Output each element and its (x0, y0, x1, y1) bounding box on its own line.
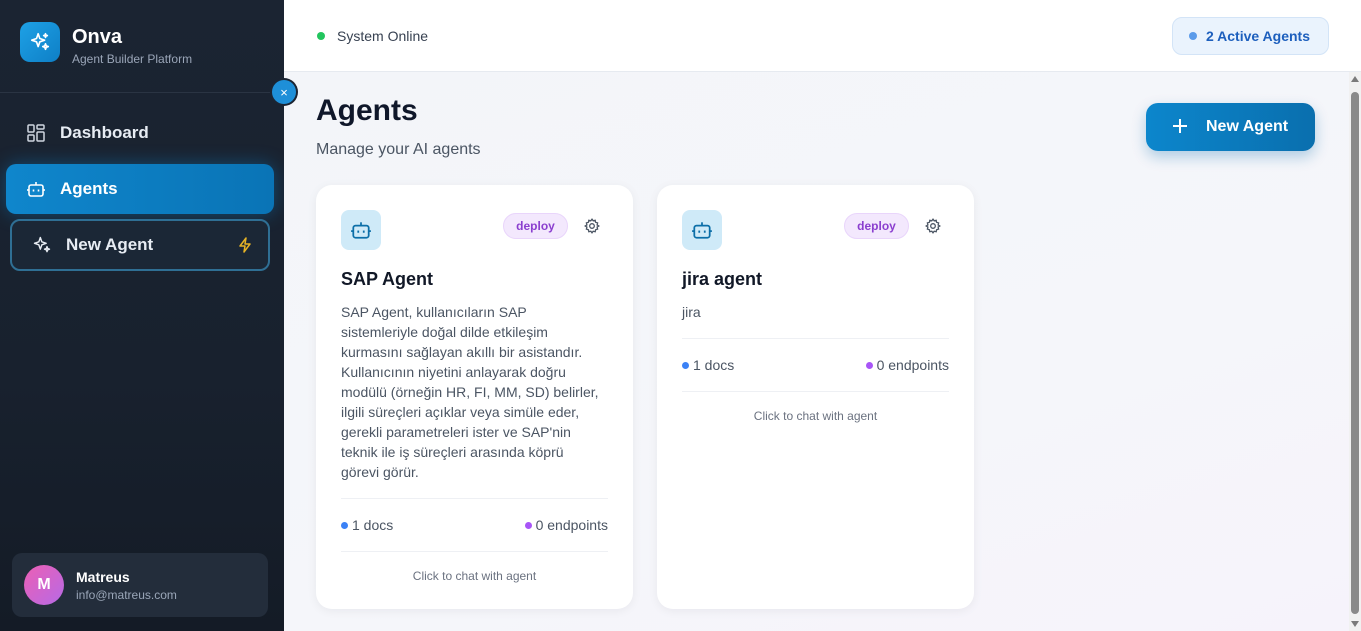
brand-header: Onva Agent Builder Platform (0, 0, 284, 93)
plus-icon (1172, 115, 1188, 139)
sidebar-item-dashboard[interactable]: Dashboard (6, 108, 274, 158)
divider (682, 391, 949, 392)
system-status: System Online (337, 28, 429, 44)
agent-card-sap[interactable]: deploy SAP Agent SAP Agent, kullanıcılar… (316, 185, 633, 609)
sidebar: Onva Agent Builder Platform Dashboard Ag… (0, 0, 284, 631)
status-dot (317, 32, 325, 40)
chat-hint: Click to chat with agent (412, 569, 537, 583)
docs-dot (341, 521, 348, 529)
main-content: Agents Manage your AI agents New Agent d… (284, 72, 1349, 631)
docs-label: 1 docs (352, 517, 394, 533)
docs-label: 1 docs (693, 357, 735, 373)
close-icon: × (280, 84, 288, 100)
endpoints-dot (865, 361, 873, 369)
sidebar-item-new-agent[interactable]: New Agent (10, 219, 270, 271)
collapse-sidebar-button[interactable]: × (272, 80, 296, 104)
bot-icon (26, 179, 46, 199)
agent-name: SAP Agent (341, 269, 434, 289)
active-dot (1189, 32, 1197, 40)
sidebar-item-label: Dashboard (60, 123, 149, 142)
top-bar: System Online 2 Active Agents (284, 0, 1361, 72)
docs-count: 1 docs (682, 357, 734, 373)
divider (682, 338, 949, 339)
gear-icon[interactable] (584, 218, 600, 234)
new-agent-button[interactable]: New Agent (1146, 103, 1315, 151)
vertical-scrollbar[interactable] (1349, 72, 1361, 631)
agent-description: SAP Agent, kullanıcıların SAP sistemleri… (341, 304, 599, 480)
brand-subtitle: Agent Builder Platform (72, 52, 193, 66)
deploy-badge: deploy (844, 213, 909, 239)
docs-count: 1 docs (341, 517, 393, 533)
endpoints-dot (524, 521, 532, 529)
brand-name: Onva (72, 26, 123, 48)
sidebar-item-label: Agents (60, 179, 118, 198)
user-profile[interactable]: M Matreus info@matreus.com (12, 553, 268, 617)
chat-hint: Click to chat with agent (753, 409, 878, 423)
endpoints-label: 0 endpoints (535, 517, 608, 533)
scroll-thumb[interactable] (1351, 92, 1359, 614)
active-agents-badge: 2 Active Agents (1172, 17, 1329, 55)
divider (341, 498, 608, 499)
user-name: Matreus (76, 569, 130, 585)
page-subtitle: Manage your AI agents (316, 141, 481, 158)
gear-icon[interactable] (925, 218, 941, 234)
agent-card-jira[interactable]: deploy jira agent jira 1 docs 0 endpoint… (657, 185, 974, 609)
new-agent-label: New Agent (1206, 118, 1289, 135)
bot-icon (682, 210, 722, 250)
endpoints-count: 0 endpoints (865, 357, 949, 373)
agent-name: jira agent (682, 269, 763, 289)
endpoints-count: 0 endpoints (524, 517, 608, 533)
avatar: M (24, 565, 64, 605)
agent-description: jira (682, 304, 701, 320)
deploy-badge: deploy (503, 213, 568, 239)
sidebar-item-agents[interactable]: Agents (6, 164, 274, 214)
active-agents-label: 2 Active Agents (1206, 28, 1310, 44)
grid-icon (26, 123, 46, 143)
sparkles-logo-icon (20, 22, 60, 62)
user-email: info@matreus.com (76, 588, 177, 602)
endpoints-label: 0 endpoints (876, 357, 949, 373)
sparkles-icon (32, 235, 52, 255)
page-title: Agents (316, 94, 418, 127)
divider (341, 551, 608, 552)
bot-icon (341, 210, 381, 250)
scroll-up-arrow-icon[interactable] (1351, 76, 1359, 82)
sidebar-item-label: New Agent (66, 235, 154, 254)
lightning-icon (238, 237, 252, 258)
docs-dot (682, 361, 689, 369)
scroll-down-arrow-icon[interactable] (1351, 621, 1359, 627)
